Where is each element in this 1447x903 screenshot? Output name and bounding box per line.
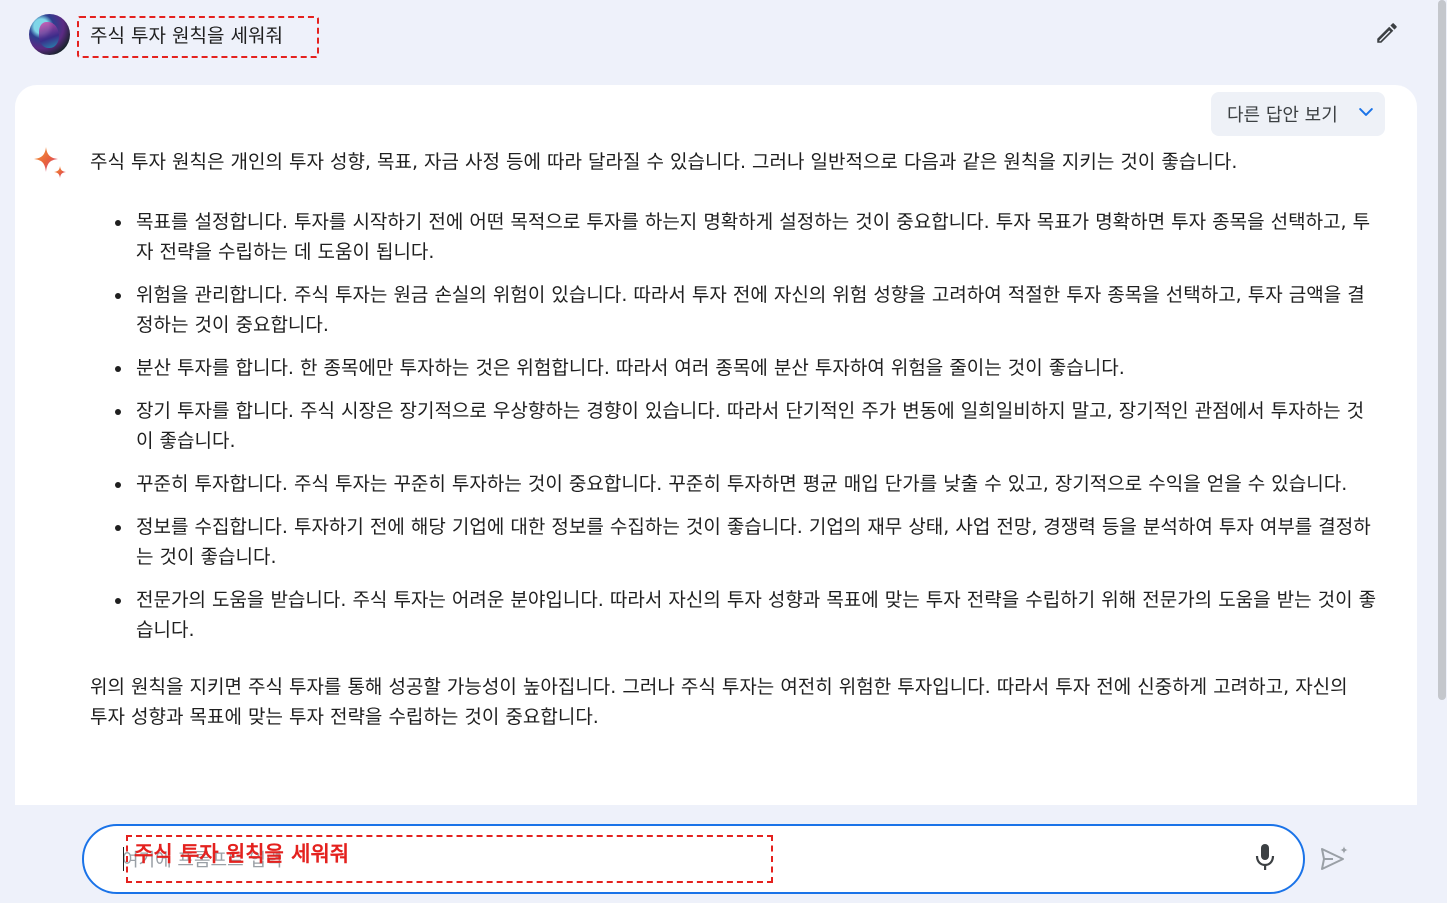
response-text: 주식 투자 원칙은 개인의 투자 성향, 목표, 자금 사정 등에 따라 달라질… xyxy=(90,147,1380,732)
scrollbar-track[interactable] xyxy=(1437,0,1447,903)
response-intro: 주식 투자 원칙은 개인의 투자 성향, 목표, 자금 사정 등에 따라 달라질… xyxy=(90,151,1238,173)
send-icon xyxy=(1318,843,1350,879)
list-item: 정보를 수집합니다. 투자하기 전에 해당 기업에 대한 정보를 수집하는 것이… xyxy=(115,512,1380,572)
microphone-button[interactable] xyxy=(1250,843,1280,875)
chevron-down-icon xyxy=(1356,102,1376,126)
list-item: 꾸준히 투자합니다. 주식 투자는 꾸준히 투자하는 것이 중요합니다. 꾸준히… xyxy=(115,469,1380,499)
list-item: 위험을 관리합니다. 주식 투자는 원금 손실의 위험이 있습니다. 따라서 투… xyxy=(115,280,1380,340)
sparkle-icon xyxy=(31,145,69,183)
list-item: 목표를 설정합니다. 투자를 시작하기 전에 어떤 목적으로 투자를 하는지 명… xyxy=(115,207,1380,267)
response-outro: 위의 원칙을 지키면 주식 투자를 통해 성공할 가능성이 높아집니다. 그러나… xyxy=(90,676,1348,728)
send-button[interactable] xyxy=(1316,843,1352,879)
avatar xyxy=(29,14,70,55)
conversation-header: 주식 투자 원칙을 세워줘 xyxy=(0,0,1437,72)
list-item: 전문가의 도움을 받습니다. 주식 투자는 어려운 분야입니다. 따라서 자신의… xyxy=(115,585,1380,645)
prompt-title: 주식 투자 원칙을 세워줘 xyxy=(90,25,283,47)
input-annotation-box xyxy=(126,835,773,883)
view-other-drafts-button[interactable]: 다른 답안 보기 xyxy=(1211,92,1385,136)
drafts-label: 다른 답안 보기 xyxy=(1227,105,1338,126)
scrollbar-thumb[interactable] xyxy=(1438,0,1446,700)
pencil-icon xyxy=(1374,20,1400,50)
principles-list: 목표를 설정합니다. 투자를 시작하기 전에 어떤 목적으로 투자를 하는지 명… xyxy=(90,207,1380,645)
text-caret xyxy=(123,847,124,871)
microphone-icon xyxy=(1254,843,1276,875)
list-item: 분산 투자를 합니다. 한 종목에만 투자하는 것은 위험합니다. 따라서 여러… xyxy=(115,353,1380,383)
list-item: 장기 투자를 합니다. 주식 시장은 장기적으로 우상향하는 경향이 있습니다.… xyxy=(115,396,1380,456)
edit-prompt-button[interactable] xyxy=(1372,20,1402,50)
